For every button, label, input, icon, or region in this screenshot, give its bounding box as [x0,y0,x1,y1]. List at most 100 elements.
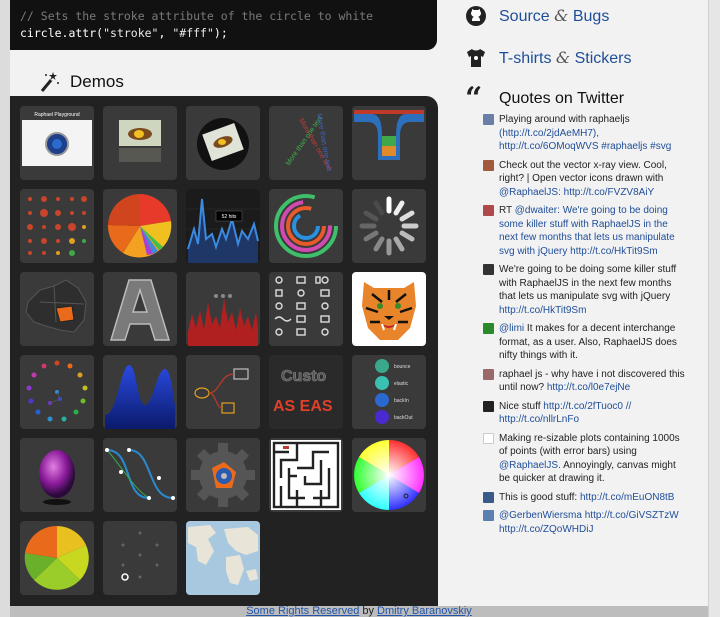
text-effects-caption-2: AS EAS [273,398,333,415]
easing-label-elastic: elastic [394,381,409,387]
demo-spinner[interactable] [352,189,426,263]
easing-label-backin: backIn [394,398,409,404]
color-picker-preview [354,440,424,510]
gear-preview [191,443,255,507]
tweet-link[interactable]: @GerbenWiersma http://t.co/GiVSZTzW http… [499,510,679,535]
tweet-link[interactable]: (http://t.co/2jdAeMH7), http://t.co/6OMo… [499,128,671,153]
demo-curver[interactable] [103,438,177,512]
code-snippet: // Sets the stroke attribute of the circ… [10,0,437,50]
tweet-link[interactable]: http://t.co/mEuON8tB [580,492,674,503]
demo-australia-map[interactable] [20,272,94,346]
demo-letter-a[interactable] [103,272,177,346]
avatar[interactable] [483,432,494,444]
icon-set-preview [274,276,330,336]
demo-image-rotate[interactable] [186,106,260,180]
rotate-preview [197,118,249,170]
growing-pie-preview [188,294,258,346]
dots-preview [121,531,159,581]
quotes-title: Quotes on Twitter [499,90,625,107]
demo-image-reflection[interactable] [103,106,177,180]
demo-icon-set[interactable] [269,272,343,346]
demo-polar-clock[interactable] [269,189,343,263]
avatar[interactable] [483,400,494,412]
color-dots-preview [26,360,88,422]
demo-color-picker[interactable] [352,438,426,512]
avatar[interactable] [483,264,494,275]
text-effects-preview: Custo AS EAS [269,355,343,429]
demo-growing-pie[interactable] [186,272,260,346]
demo-analytics-graph[interactable]: 52 hits [186,189,260,263]
letter-a-preview [109,279,171,341]
demo-gear[interactable] [186,438,260,512]
demo-curve-area[interactable] [103,355,177,429]
demos-gallery: Raphael Playground More than one text Mo… [10,96,438,606]
demo-dot-chart[interactable] [20,189,94,263]
tweet-4: We're going to be doing some killer stuf… [483,263,688,317]
demo-pie-chart[interactable] [103,189,177,263]
tweet-10: @GerbenWiersma http://t.co/GiVSZTzW http… [483,509,688,536]
demo-pie-green[interactable] [20,521,94,595]
tshirt-icon [467,49,485,67]
tweet-7: Nice stuff http://t.co/2fTuoc0 // http:/… [483,400,688,427]
tweet-link[interactable]: @RaphaelJS. [499,460,561,471]
tweet-2: Check out the vector x-ray view. Cool, r… [483,159,688,200]
quote-icon: “ [465,81,483,116]
demo-dynamic-chart[interactable] [352,106,426,180]
tshirts-stickers-label: T-shirts & Stickers [499,48,632,67]
playground-preview: Raphael Playground [22,112,92,166]
tweet-5: @limi It makes for a decent interchange … [483,322,688,363]
tweet-link[interactable]: http://t.co/l0e7ejNe [547,382,630,393]
avatar[interactable] [483,159,494,171]
demo-easing[interactable]: bounce elastic backIn backOut [352,355,426,429]
easing-preview: bounce elastic backIn backOut [375,359,413,424]
text-effects-caption-1: Custo [281,368,327,385]
pie-green-preview [24,525,89,590]
avatar[interactable] [483,114,494,125]
source-bugs-link[interactable]: Source & Bugs [465,5,609,27]
vertical-scrollbar[interactable] [708,0,720,617]
tweet-3: RT @dwaiter: We're going to be doing som… [483,204,688,258]
graffle-preview [194,368,249,414]
demo-world-map[interactable] [186,521,260,595]
avatar[interactable] [483,510,494,521]
maze-preview [271,440,341,510]
code-line: circle.attr("stroke", "#fff"); [20,26,228,40]
tweet-list: Playing around with raphaeljs (http://t.… [483,113,688,541]
glow-ball-preview [39,450,75,505]
demo-dots[interactable] [103,521,177,595]
demos-heading: Demos [38,68,124,96]
avatar[interactable] [483,368,494,380]
avatar[interactable] [483,205,494,216]
license-link[interactable]: Some Rights Reserved [246,606,359,617]
demo-color-dots[interactable] [20,355,94,429]
demo-glow-ball[interactable] [20,438,94,512]
polar-clock-preview [274,194,338,258]
demo-tiger[interactable] [352,272,426,346]
tweet-link[interactable]: @limi [499,323,524,334]
demo-graffle[interactable] [186,355,260,429]
quotes-heading: “ Quotes on Twitter [465,81,625,116]
tweet-link[interactable]: http://t.co/HkTit9Sm [499,305,586,316]
avatar[interactable] [483,323,494,334]
demos-title: Demos [70,72,124,91]
curve-area-preview [105,365,175,429]
tshirts-stickers-link[interactable]: T-shirts & Stickers [465,47,632,69]
pie-chart-preview [107,193,172,258]
dot-chart-preview [27,196,87,256]
github-icon [466,6,486,26]
code-comment: // Sets the stroke attribute of the circ… [20,9,374,23]
author-link[interactable]: Dmitry Baranovskiy [377,606,472,617]
demo-maze[interactable] [269,438,343,512]
tweet-link[interactable]: @dwaiter: We're going to be doing some k… [499,205,675,257]
tiger-preview [352,272,426,346]
reflection-preview [119,120,161,162]
tweet-link[interactable]: @RaphaelJS: http://t.co/FVZV8AiY [499,187,654,198]
demo-text-effects[interactable]: Custo AS EAS [269,355,343,429]
demo-raphael-playground[interactable]: Raphael Playground [20,106,94,180]
australia-map-preview [25,279,87,333]
avatar[interactable] [483,491,494,503]
demo-text-rotation[interactable]: More than one text More than one text Mo… [269,106,343,180]
analytics-graph-preview: 52 hits [186,189,260,263]
easing-label-backout: backOut [394,415,413,421]
tweet-8: Making re-sizable plots containing 1000s… [483,432,688,486]
